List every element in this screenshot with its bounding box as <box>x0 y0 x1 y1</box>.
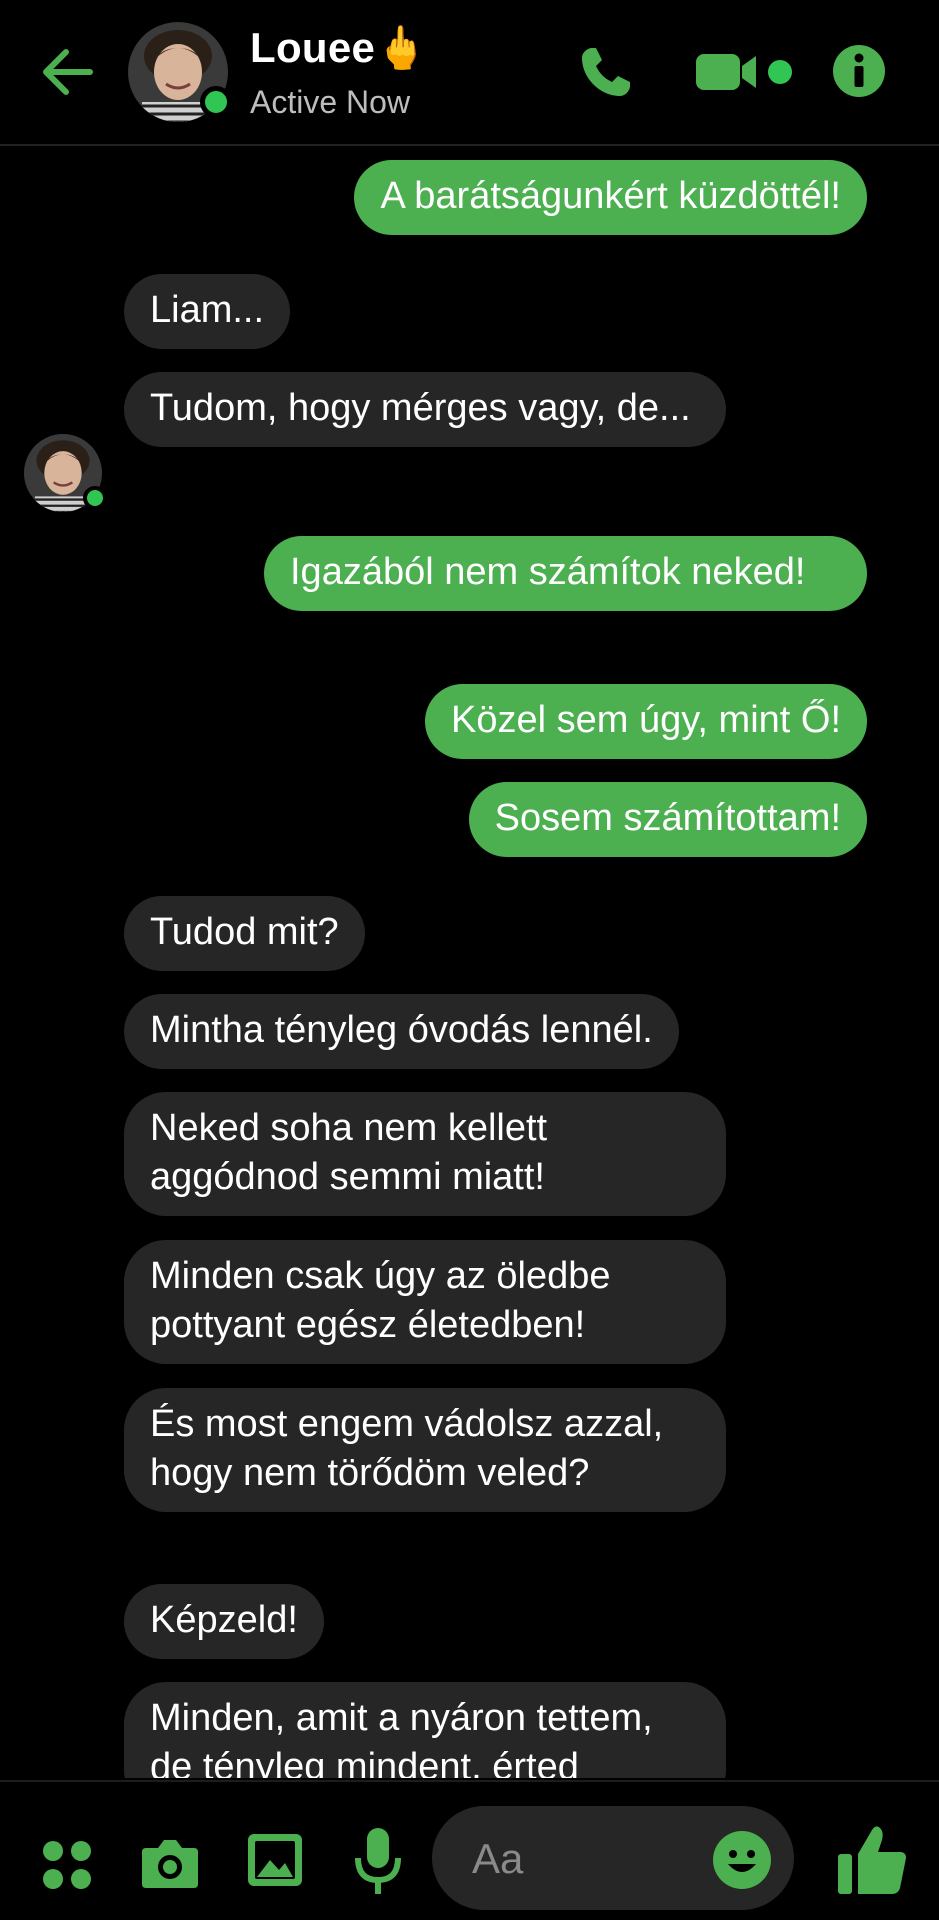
camera-icon[interactable] <box>140 1834 200 1890</box>
message-outgoing[interactable]: Sosem számítottam! <box>468 782 867 857</box>
contact-name-text: Louee <box>250 24 376 71</box>
chat-header: Louee🖕 Active Now <box>0 0 939 146</box>
message-incoming[interactable]: Neked soha nem kellett aggódnod semmi mi… <box>124 1092 726 1216</box>
image-icon[interactable] <box>246 1832 304 1888</box>
message-incoming[interactable]: Mintha tényleg óvodás lennél. <box>124 994 679 1069</box>
active-status: Active Now <box>250 84 411 120</box>
message-incoming[interactable]: Tudod mit? <box>124 896 365 971</box>
apps-icon[interactable] <box>40 1838 94 1892</box>
microphone-icon[interactable] <box>354 1826 402 1898</box>
message-incoming[interactable]: Képzeld! <box>124 1584 324 1659</box>
online-status-dot <box>200 86 232 118</box>
message-outgoing[interactable]: Közel sem úgy, mint Ő! <box>425 684 867 759</box>
message-incoming[interactable]: Minden, amit a nyáron tettem, de tényleg… <box>124 1682 726 1778</box>
arrow-left-icon[interactable] <box>34 38 102 106</box>
composer-bar <box>0 1780 939 1920</box>
contact-avatar[interactable] <box>128 22 232 122</box>
message-outgoing[interactable]: A barátságunkért küzdöttél! <box>354 160 867 235</box>
contact-avatar-small[interactable] <box>24 434 107 512</box>
message-composer <box>432 1806 794 1910</box>
message-incoming[interactable]: Minden csak úgy az öledbe pottyant egész… <box>124 1240 726 1364</box>
message-incoming[interactable]: Tudom, hogy mérges vagy, de... <box>124 372 726 447</box>
message-outgoing[interactable]: Igazából nem számítok neked! <box>264 536 867 611</box>
phone-icon[interactable] <box>578 44 634 100</box>
message-thread[interactable]: A barátságunkért küzdöttél! Liam... Tudo… <box>0 148 939 1778</box>
info-icon[interactable] <box>832 44 886 98</box>
message-input[interactable] <box>470 1832 704 1886</box>
contact-name-emoji: 🖕 <box>375 24 428 71</box>
emoji-icon[interactable] <box>712 1830 772 1890</box>
message-incoming[interactable]: Liam... <box>124 274 291 349</box>
video-camera-icon[interactable] <box>694 48 794 96</box>
message-incoming[interactable]: És most engem vádolsz azzal, hogy nem tö… <box>124 1388 726 1512</box>
thumbs-up-icon[interactable] <box>836 1822 908 1896</box>
contact-name[interactable]: Louee🖕 <box>250 24 428 73</box>
online-status-dot <box>83 486 107 510</box>
